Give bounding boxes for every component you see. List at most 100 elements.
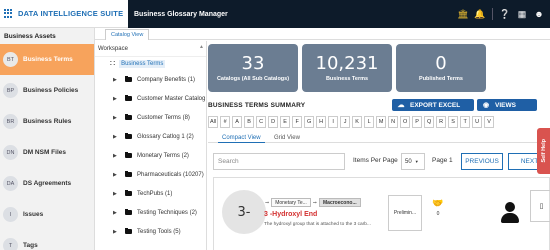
caret-right-icon[interactable]: ▶ xyxy=(113,210,119,216)
sidebar-item-tags[interactable]: T Tags xyxy=(0,230,94,250)
caret-right-icon[interactable]: ▶ xyxy=(113,191,119,197)
stat-label: Catalogs (All Sub Catalogs) xyxy=(216,76,290,82)
arrow-right-icon: ➞ xyxy=(265,199,270,206)
alpha-filter-button[interactable]: E xyxy=(280,116,291,128)
cloud-download-icon: ☁ xyxy=(397,102,405,109)
handshake-stat: 🤝 0 xyxy=(427,198,449,228)
stat-catalogs[interactable]: 33 Catalogs (All Sub Catalogs) xyxy=(208,44,298,92)
sidebar-item-dm-nsm-files[interactable]: DN DM NSM Files xyxy=(0,137,94,168)
alpha-filter-button[interactable]: U xyxy=(472,116,483,128)
alpha-filter-button[interactable]: H xyxy=(316,116,327,128)
self-help-tab[interactable]: Self Help xyxy=(537,128,550,174)
app-grid-icon[interactable] xyxy=(4,8,14,19)
side-box[interactable]: ▯ xyxy=(530,190,550,222)
tree-item[interactable]: ▶ Monetary Terms (2) xyxy=(95,146,206,165)
alpha-filter-button[interactable]: O xyxy=(400,116,411,128)
tree-item-label: Customer Terms (8) xyxy=(137,114,190,121)
scroll-up-icon[interactable]: ▲ xyxy=(199,44,204,50)
stat-label: Published Terms xyxy=(419,76,463,82)
help-icon[interactable]: ❔ xyxy=(499,9,510,19)
breadcrumb-item[interactable]: Macroecono... xyxy=(319,198,361,207)
tree-item[interactable]: ▶ Testing Tools (5) xyxy=(95,222,206,241)
alpha-filter-button[interactable]: D xyxy=(268,116,279,128)
brand-title: DATA INTELLIGENCE SUITE xyxy=(18,9,124,18)
items-per-page-select[interactable]: 50 ▼ xyxy=(401,153,425,170)
alpha-filter-button[interactable]: T xyxy=(460,116,471,128)
alpha-filter-button[interactable]: R xyxy=(436,116,447,128)
tree-item[interactable]: ▶ Company Benefits (1) xyxy=(95,70,206,89)
self-help-label: Self Help xyxy=(540,139,547,163)
tree-item[interactable]: ▶ Testing Techniques (2) xyxy=(95,203,206,222)
alpha-filter-button[interactable]: G xyxy=(304,116,315,128)
tree-root[interactable]: ∷ Business Terms xyxy=(95,57,206,70)
tree-item-label: Monetary Terms (2) xyxy=(137,152,189,159)
tree-item[interactable]: ▶ Customer Terms (8) xyxy=(95,108,206,127)
folder-icon xyxy=(125,133,132,139)
user-icon[interactable]: ☻ xyxy=(534,9,544,19)
owner-avatar[interactable] xyxy=(492,196,528,230)
reports-icon[interactable]: ▦ xyxy=(517,9,527,19)
tab-compact-view[interactable]: Compact View xyxy=(218,133,265,143)
breadcrumb-item[interactable]: Monetary Te... xyxy=(271,198,311,207)
previous-button[interactable]: PREVIOUS xyxy=(461,153,503,170)
alpha-filter-button[interactable]: K xyxy=(352,116,363,128)
alpha-filter-button[interactable]: J xyxy=(340,116,351,128)
tree-item[interactable]: ▶ Customer Master Catalog xyxy=(95,89,206,108)
search-input[interactable]: Search xyxy=(213,153,345,170)
caret-right-icon[interactable]: ▶ xyxy=(113,172,119,178)
alpha-filter-button[interactable]: S xyxy=(448,116,459,128)
alpha-filter-button[interactable]: B xyxy=(244,116,255,128)
caret-right-icon[interactable]: ▶ xyxy=(113,134,119,140)
alpha-filter-button[interactable]: A xyxy=(232,116,243,128)
status-badge: Prelimin... xyxy=(388,195,422,231)
app-root: DATA INTELLIGENCE SUITE Business Glossar… xyxy=(0,0,550,250)
sidebar-item-ds-agreements[interactable]: DA DS Agreements xyxy=(0,168,94,199)
sidebar-item-issues[interactable]: I Issues xyxy=(0,199,94,230)
stat-published-terms[interactable]: 0 Published Terms xyxy=(396,44,486,92)
sidebar-item-label: Business Terms xyxy=(23,56,73,63)
bank-icon[interactable]: 🏛 xyxy=(457,9,468,19)
alpha-filter-button[interactable]: # xyxy=(220,116,231,128)
app-bar: Business Glossary Manager 🏛 🔔 ❔ ▦ ☻ xyxy=(128,0,550,28)
alpha-filter-button[interactable]: M xyxy=(376,116,387,128)
tree-item[interactable]: ▶ TechPubs (1) xyxy=(95,184,206,203)
alpha-filter-button[interactable]: L xyxy=(364,116,375,128)
views-button[interactable]: ◉ VIEWS xyxy=(477,99,537,111)
caret-right-icon[interactable]: ▶ xyxy=(113,115,119,121)
sidebar-item-business-rules[interactable]: BR Business Rules xyxy=(0,106,94,137)
alpha-filter-button[interactable]: V xyxy=(484,116,495,128)
alpha-filter-button[interactable]: N xyxy=(388,116,399,128)
alpha-filter-button[interactable]: F xyxy=(292,116,303,128)
term-card[interactable]: 3- ➞ Monetary Te... ➞ Macroecono... 3 -H… xyxy=(213,177,550,250)
view-tabs: Compact View Grid View xyxy=(208,133,550,143)
term-name[interactable]: 3 -Hydroxyl End xyxy=(264,211,317,218)
sidebar-badge: DN xyxy=(3,145,18,160)
caret-right-icon[interactable]: ▶ xyxy=(113,229,119,235)
arrow-right-icon: ➞ xyxy=(312,199,317,206)
alpha-filter-button[interactable]: I xyxy=(328,116,339,128)
caret-right-icon[interactable]: ▶ xyxy=(113,153,119,159)
alpha-filter-button[interactable]: Q xyxy=(424,116,435,128)
term-breadcrumb: ➞ Monetary Te... ➞ Macroecono... xyxy=(265,198,361,207)
brand[interactable]: DATA INTELLIGENCE SUITE xyxy=(0,0,128,28)
caret-right-icon[interactable]: ▶ xyxy=(113,96,119,102)
stat-business-terms[interactable]: 10,231 Business Terms xyxy=(302,44,392,92)
folder-icon xyxy=(125,171,132,177)
sidebar-item-business-terms[interactable]: BT Business Terms xyxy=(0,44,94,75)
alpha-filter-button[interactable]: P xyxy=(412,116,423,128)
alpha-filter-button[interactable]: C xyxy=(256,116,267,128)
tree-item[interactable]: ▶ Glossary Catlog 1 (2) xyxy=(95,127,206,146)
export-excel-button[interactable]: ☁ EXPORT EXCEL xyxy=(392,99,474,111)
tree-root-label: Business Terms xyxy=(119,59,166,68)
tab-catalog-view[interactable]: Catalog View xyxy=(105,29,150,40)
chevron-down-icon: ▼ xyxy=(414,159,419,164)
caret-right-icon[interactable]: ▶ xyxy=(113,77,119,83)
bell-icon[interactable]: 🔔 xyxy=(474,9,485,19)
views-label: VIEWS xyxy=(495,101,516,109)
sidebar-item-business-policies[interactable]: BP Business Policies xyxy=(0,75,94,106)
tree-item[interactable]: ▶ Pharmaceuticals (10207) xyxy=(95,165,206,184)
handshake-count: 0 xyxy=(436,211,440,217)
tab-grid-view[interactable]: Grid View xyxy=(270,133,304,143)
alpha-filter-button[interactable]: All xyxy=(208,116,219,128)
sidebar-badge: BT xyxy=(3,52,18,67)
